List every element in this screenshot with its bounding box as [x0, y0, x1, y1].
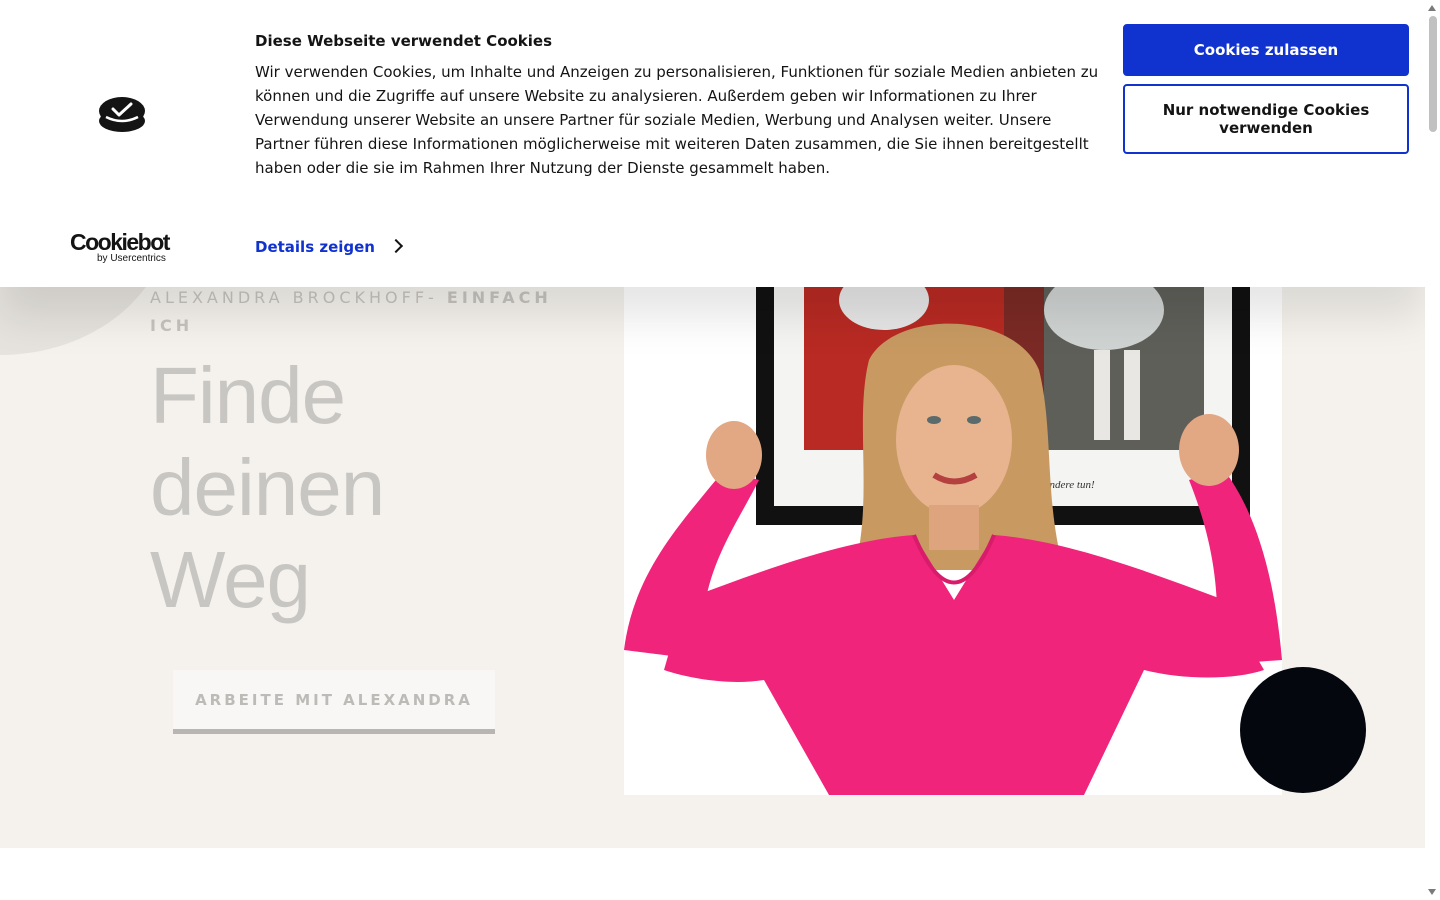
face-shape: [896, 365, 1012, 515]
cookie-banner-text: Wir verwenden Cookies, um Inhalte und An…: [255, 63, 1099, 177]
page-scrollbar[interactable]: [1425, 0, 1440, 900]
hero-photo: andere tun!: [624, 270, 1282, 795]
brand-name: Cookiebot: [70, 229, 170, 255]
show-details-link[interactable]: Details zeigen: [255, 236, 404, 258]
hero-headline: Finde deinen Weg: [150, 350, 385, 626]
poster-caption: andere tun!: [1044, 479, 1095, 491]
dark-accent-circle: [1240, 667, 1366, 793]
necessary-cookies-only-button[interactable]: Nur notwendige Cookies verwenden: [1123, 84, 1409, 154]
hero-photo-illustration: andere tun!: [624, 270, 1282, 795]
scroll-up-arrow-icon[interactable]: [1428, 5, 1436, 11]
work-with-alexandra-button[interactable]: ARBEITE MIT ALEXANDRA: [173, 670, 495, 734]
left-fist: [706, 421, 762, 489]
scrollbar-thumb[interactable]: [1429, 16, 1437, 132]
show-details-label: Details zeigen: [255, 238, 375, 256]
right-fist: [1179, 414, 1239, 486]
cookiebot-brand: Cookiebot by Usercentrics: [70, 230, 180, 264]
scroll-down-arrow-icon[interactable]: [1428, 889, 1436, 895]
cookie-banner-title: Diese Webseite verwendet Cookies: [255, 32, 553, 50]
hero-kicker: ALEXANDRA BROCKHOFF- EINFACH ICH: [150, 284, 570, 340]
headline-line-2: deinen: [150, 443, 385, 532]
cookiebot-logo-icon: [99, 97, 145, 132]
allow-cookies-button[interactable]: Cookies zulassen: [1123, 24, 1409, 76]
cookie-consent-banner: Cookiebot by Usercentrics Diese Webseite…: [0, 0, 1425, 287]
shirt: [664, 535, 1264, 795]
chevron-right-icon: [388, 238, 404, 254]
headline-line-3: Weg: [150, 535, 311, 624]
headline-line-1: Finde: [150, 351, 346, 440]
brand-byline: by Usercentrics: [97, 253, 166, 264]
kicker-name: ALEXANDRA BROCKHOFF-: [150, 288, 447, 307]
